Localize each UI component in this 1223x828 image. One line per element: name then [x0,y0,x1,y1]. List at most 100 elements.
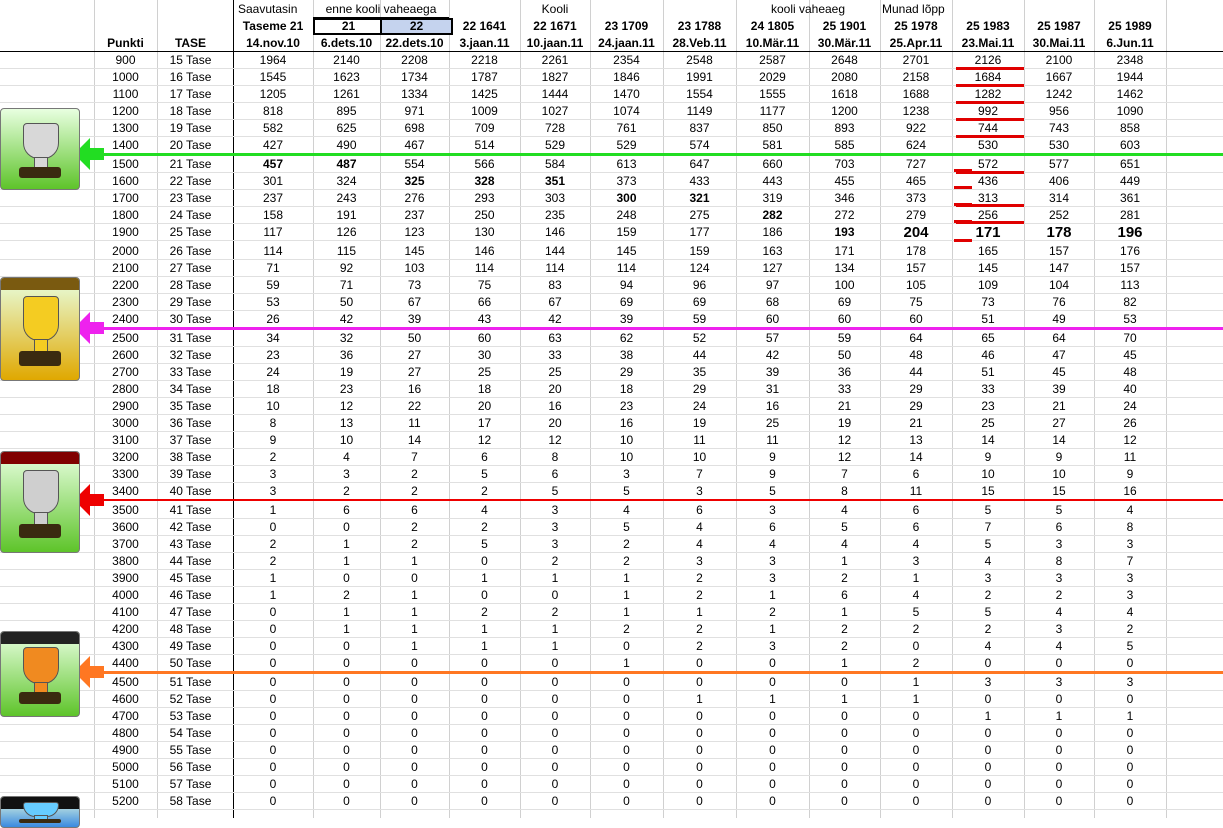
table-cell[interactable]: 530 [1024,137,1094,154]
table-cell[interactable]: 0 [233,638,313,655]
table-cell[interactable]: 0 [313,759,380,776]
table-cell[interactable]: 1334 [380,86,449,103]
table-cell[interactable]: 29 [880,398,952,415]
table-cell[interactable]: 1242 [1024,86,1094,103]
table-cell[interactable]: 146 [520,224,590,241]
table-cell[interactable]: 191 [313,207,380,224]
table-cell[interactable]: 2 [520,604,590,621]
table-cell[interactable]: 0 [809,674,880,691]
table-cell[interactable]: 33 [809,381,880,398]
table-cell[interactable]: 2 [313,587,380,604]
table-cell[interactable]: 0 [880,742,952,759]
table-cell[interactable]: 31 [736,381,809,398]
cell-tase[interactable]: 47 Tase [157,604,224,621]
table-cell[interactable]: 0 [380,725,449,742]
table-cell[interactable]: 0 [380,708,449,725]
table-cell[interactable]: 3 [880,553,952,570]
table-cell[interactable]: 1555 [736,86,809,103]
table-cell[interactable]: 5 [952,536,1024,553]
table-cell[interactable]: 69 [809,294,880,311]
table-cell[interactable]: 0 [313,742,380,759]
table-cell[interactable]: 19 [663,415,736,432]
table-cell[interactable]: 325 [380,173,449,190]
table-cell[interactable]: 0 [663,725,736,742]
table-cell[interactable]: 20 [520,381,590,398]
table-cell[interactable]: 529 [590,137,663,154]
table-cell[interactable]: 3 [233,466,313,483]
table-cell[interactable]: 26 [1094,415,1166,432]
table-cell[interactable]: 1 [880,691,952,708]
table-cell[interactable]: 10 [233,398,313,415]
table-cell[interactable]: 3 [952,570,1024,587]
table-cell[interactable]: 14 [1024,432,1094,449]
table-cell[interactable]: 75 [880,294,952,311]
table-cell[interactable]: 92 [313,260,380,277]
table-cell[interactable]: 4 [1094,604,1166,621]
table-cell[interactable]: 2 [449,483,520,500]
table-cell[interactable]: 123 [380,224,449,241]
table-cell[interactable]: 10 [313,432,380,449]
table-cell[interactable]: 5 [1094,638,1166,655]
table-cell[interactable]: 0 [313,708,380,725]
table-cell[interactable]: 5 [736,483,809,500]
header-tase[interactable]: TASE [157,35,224,52]
table-cell[interactable]: 15 [1024,483,1094,500]
table-cell[interactable]: 39 [736,364,809,381]
table-cell[interactable]: 0 [880,759,952,776]
table-cell[interactable]: 3 [520,536,590,553]
table-cell[interactable]: 24 [1094,398,1166,415]
table-cell[interactable]: 53 [1094,311,1166,328]
table-cell[interactable]: 6 [880,519,952,536]
table-cell[interactable]: 8 [233,415,313,432]
table-cell[interactable]: 7 [380,449,449,466]
table-cell[interactable]: 51 [952,364,1024,381]
table-cell[interactable]: 27 [1024,415,1094,432]
table-cell[interactable]: 59 [233,277,313,294]
table-cell[interactable]: 0 [663,655,736,672]
table-cell[interactable]: 25 [736,415,809,432]
cell-tase[interactable]: 29 Tase [157,294,224,311]
table-cell[interactable]: 0 [380,759,449,776]
table-cell[interactable]: 1 [736,587,809,604]
table-cell[interactable]: 0 [233,759,313,776]
table-cell[interactable]: 94 [590,277,663,294]
cell-tase[interactable]: 35 Tase [157,398,224,415]
table-cell[interactable]: 19 [809,415,880,432]
cell-punkti[interactable]: 1600 [94,173,157,190]
table-cell[interactable]: 171 [809,243,880,260]
table-cell[interactable]: 6 [313,502,380,519]
table-cell[interactable]: 48 [1094,364,1166,381]
table-cell[interactable]: 6 [736,519,809,536]
cell-punkti[interactable]: 1300 [94,120,157,137]
table-cell[interactable]: 114 [233,243,313,260]
table-cell[interactable]: 0 [880,708,952,725]
table-cell[interactable]: 7 [952,519,1024,536]
table-cell[interactable]: 0 [449,553,520,570]
table-cell[interactable]: 1 [520,570,590,587]
table-cell[interactable]: 1074 [590,103,663,120]
table-cell[interactable]: 3 [590,466,663,483]
cell-punkti[interactable]: 2600 [94,347,157,364]
table-cell[interactable]: 0 [380,742,449,759]
table-cell[interactable]: 1 [313,553,380,570]
table-cell[interactable]: 0 [1094,759,1166,776]
table-cell[interactable]: 698 [380,120,449,137]
table-cell[interactable]: 25 [449,364,520,381]
table-cell[interactable]: 0 [1094,655,1166,672]
table-cell[interactable]: 1 [880,674,952,691]
table-cell[interactable]: 0 [590,742,663,759]
table-cell[interactable]: 1 [449,570,520,587]
table-cell[interactable]: 2218 [449,52,520,69]
table-cell[interactable]: 29 [590,364,663,381]
table-cell[interactable]: 1 [380,553,449,570]
table-cell[interactable]: 71 [313,277,380,294]
table-cell[interactable]: 0 [1094,793,1166,810]
table-cell[interactable]: 0 [313,674,380,691]
table-cell[interactable]: 69 [590,294,663,311]
table-cell[interactable]: 624 [880,137,952,154]
cell-punkti[interactable]: 1900 [94,224,157,241]
table-cell[interactable]: 45 [1024,364,1094,381]
table-cell[interactable]: 0 [520,674,590,691]
table-cell[interactable]: 26 [233,311,313,328]
table-cell[interactable]: 157 [880,260,952,277]
